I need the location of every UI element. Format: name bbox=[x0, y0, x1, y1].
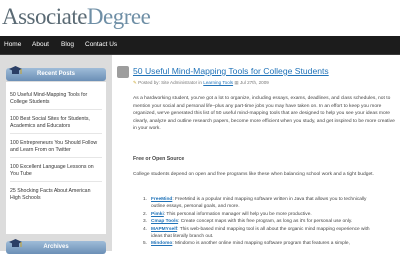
tool-link[interactable]: Pimki bbox=[151, 212, 164, 217]
post-category-link[interactable]: Learning Tools bbox=[203, 80, 233, 85]
divider bbox=[10, 181, 102, 182]
site-header: AssociateDegree bbox=[0, 0, 400, 36]
tool-link[interactable]: MAPMYself bbox=[151, 227, 177, 232]
post-icon bbox=[117, 66, 129, 78]
recent-post-link[interactable]: 25 Shocking Facts About American High Sc… bbox=[10, 188, 102, 202]
graduation-cap-icon bbox=[9, 239, 22, 247]
tools-list: 1. FreeMind: FreeMind is a popular mind m… bbox=[143, 196, 393, 248]
tool-link[interactable]: FreeMind bbox=[151, 197, 172, 202]
nav-about[interactable]: About bbox=[32, 36, 49, 54]
logo-text-associate: Associate bbox=[2, 4, 87, 29]
post-title[interactable]: 50 Useful Mind-Mapping Tools for College… bbox=[133, 66, 329, 76]
tool-link[interactable]: Mindomo bbox=[151, 241, 172, 246]
list-item: 5. Mindomo: Mindomo is another online min… bbox=[143, 241, 350, 247]
divider bbox=[10, 109, 102, 110]
nav-home[interactable]: Home bbox=[4, 36, 21, 54]
recent-post-link[interactable]: 100 Best Social Sites for Students, Acad… bbox=[10, 116, 102, 130]
list-item: outline essays, personal goals, and more… bbox=[151, 204, 240, 210]
calendar-icon: ▦ bbox=[234, 80, 239, 85]
list-item: ideas that literally branch out. bbox=[151, 234, 214, 240]
recent-posts-list: 50 Useful Mind-Mapping Tools for College… bbox=[6, 82, 106, 234]
list-item: 2. Pimki: This personal information manag… bbox=[143, 211, 312, 217]
pencil-icon: ✎ bbox=[133, 80, 137, 85]
nav-contact-us[interactable]: Contact Us bbox=[85, 36, 117, 54]
list-item: 1. FreeMind: FreeMind is a popular mind m… bbox=[143, 197, 367, 202]
nav-blog[interactable]: Blog bbox=[61, 36, 74, 54]
list-item: 4. MAPMYself: This web-based mind mapping… bbox=[143, 226, 370, 232]
divider bbox=[10, 157, 102, 158]
divider bbox=[10, 133, 102, 134]
post-date: Jul 27th, 2009 bbox=[239, 80, 269, 85]
list-item: 3. Cmap Tools: Create concept maps with t… bbox=[143, 219, 353, 225]
section-heading: Free or Open Source bbox=[133, 156, 185, 162]
tool-link[interactable]: Cmap Tools bbox=[151, 219, 178, 224]
graduation-cap-icon bbox=[9, 66, 22, 74]
recent-post-link[interactable]: 100 Excellent Language Lessons on You Tu… bbox=[10, 164, 102, 178]
post-author: Posted by: Site Administrator in bbox=[138, 80, 202, 85]
post-intro: As a hardworking student, you've got a l… bbox=[133, 96, 395, 131]
recent-post-link[interactable]: 50 Useful Mind-Mapping Tools for College… bbox=[10, 92, 102, 106]
section-intro: College students depend on open and free… bbox=[133, 172, 374, 177]
recent-post-link[interactable]: 100 Entrepreneurs You Should Follow and … bbox=[10, 140, 102, 154]
post-meta: ✎ Posted by: Site Administrator in Learn… bbox=[133, 80, 269, 86]
site-logo[interactable]: AssociateDegree bbox=[2, 4, 151, 30]
logo-text-degree: Degree bbox=[86, 4, 151, 29]
main-nav: Home About Blog Contact Us bbox=[0, 36, 400, 55]
